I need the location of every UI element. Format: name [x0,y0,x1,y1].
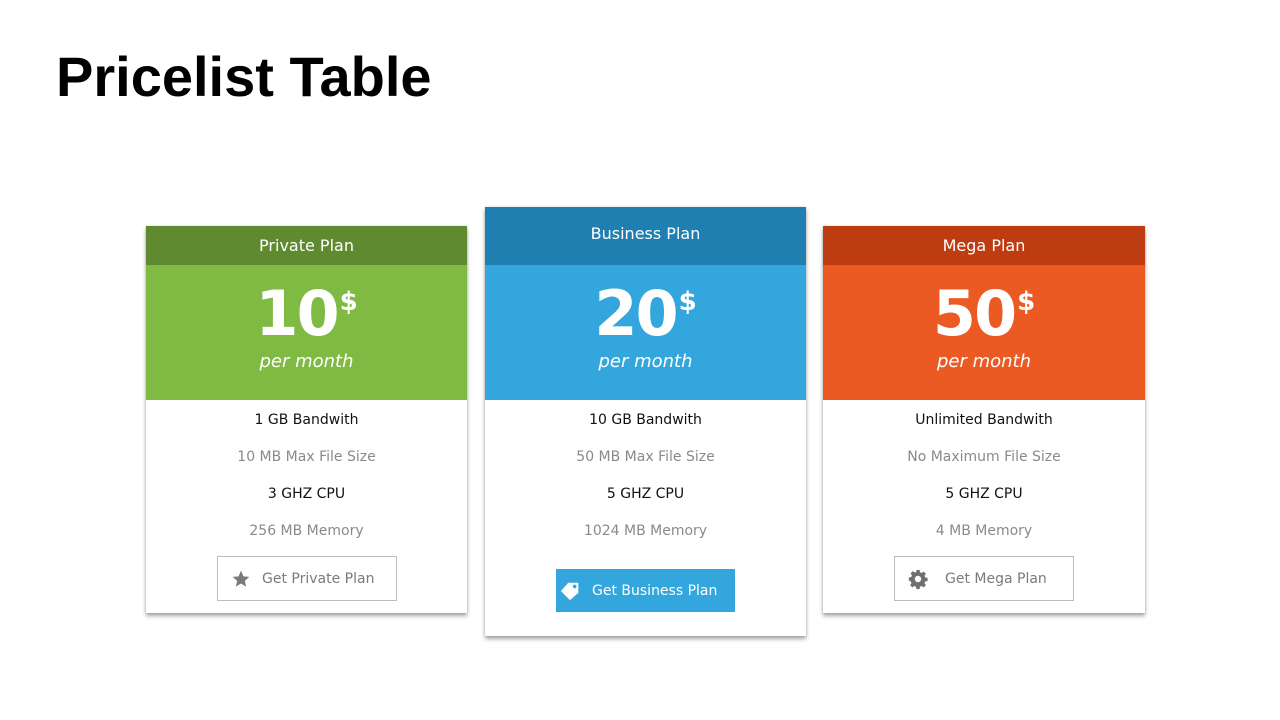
get-private-plan-button[interactable]: Get Private Plan [217,556,397,601]
plan-period: per month [259,351,354,372]
plan-period: per month [936,351,1032,372]
star-icon [230,568,252,590]
feature-list: Unlimited Bandwith No Maximum File Size … [823,400,1145,550]
feature-file-size: 50 MB Max File Size [576,449,715,465]
plan-price: 50 [932,277,1017,350]
feature-bandwidth: 1 GB Bandwith [254,412,359,428]
plan-header: Business Plan [485,207,806,265]
plan-period: per month [598,351,693,372]
plan-card-business: Business Plan 20$ per month 10 GB Bandwi… [485,207,806,636]
plan-header: Mega Plan [823,226,1145,265]
feature-memory: 256 MB Memory [249,523,364,539]
feature-bandwidth: 10 GB Bandwith [589,412,702,428]
plan-currency: $ [678,287,697,317]
feature-memory: 1024 MB Memory [583,523,708,539]
plan-price-block: 50$ per month [823,265,1145,400]
plan-price: 10 [255,277,339,350]
feature-cpu: 5 GHZ CPU [945,486,1023,502]
button-label: Get Mega Plan [945,570,1047,587]
feature-cpu: 3 GHZ CPU [267,486,346,502]
feature-list: 1 GB Bandwith 10 MB Max File Size 3 GHZ … [146,400,467,550]
feature-file-size: 10 MB Max File Size [237,449,376,465]
plan-name: Private Plan [259,236,354,255]
feature-list: 10 GB Bandwith 50 MB Max File Size 5 GHZ… [485,400,806,550]
feature-memory: 4 MB Memory [935,523,1033,539]
plan-header: Private Plan [146,226,467,265]
tag-icon [560,580,582,602]
plan-price: 20 [594,277,678,350]
plan-price-block: 10$ per month [146,265,467,400]
feature-bandwidth: Unlimited Bandwith [915,412,1053,428]
feature-cpu: 5 GHZ CPU [606,486,685,502]
get-mega-plan-button[interactable]: Get Mega Plan [894,556,1074,601]
plan-price-block: 20$ per month [485,265,806,400]
plan-currency: $ [339,287,358,317]
button-label: Get Business Plan [592,582,718,599]
plan-card-private: Private Plan 10$ per month 1 GB Bandwith… [146,226,467,613]
plan-name: Mega Plan [942,236,1026,255]
button-label: Get Private Plan [262,570,375,587]
plan-name: Business Plan [590,224,701,243]
page-title: Pricelist Table [56,45,432,108]
plan-card-mega: Mega Plan 50$ per month Unlimited Bandwi… [823,226,1145,613]
feature-file-size: No Maximum File Size [907,449,1061,465]
gear-icon [907,568,929,590]
get-business-plan-button[interactable]: Get Business Plan [556,569,735,612]
plan-currency: $ [1017,287,1036,317]
